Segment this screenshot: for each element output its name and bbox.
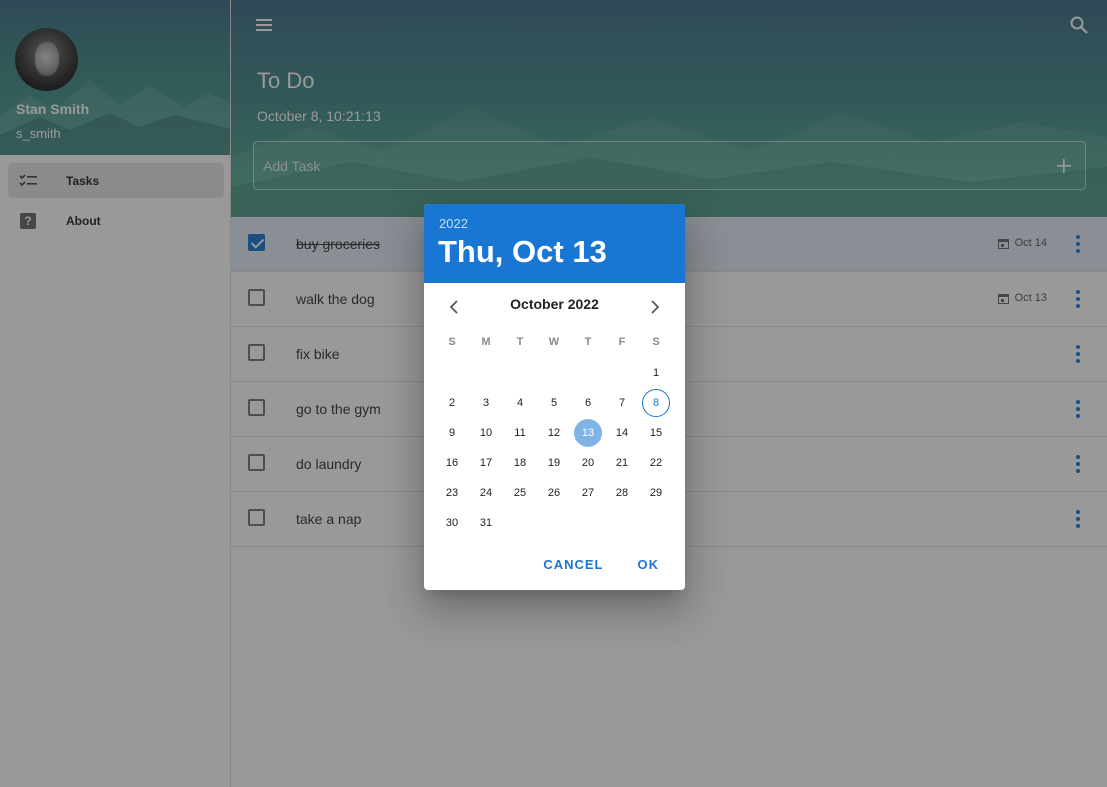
calendar-day[interactable]: 16 [435, 448, 469, 478]
calendar-day[interactable]: 1 [639, 358, 673, 388]
calendar-day[interactable]: 7 [605, 388, 639, 418]
calendar-blank [571, 358, 605, 388]
calendar-day[interactable]: 2 [435, 388, 469, 418]
calendar-day[interactable]: 19 [537, 448, 571, 478]
calendar-day[interactable]: 18 [503, 448, 537, 478]
chevron-right-icon[interactable] [637, 295, 673, 319]
calendar-day[interactable]: 31 [469, 508, 503, 538]
calendar-day[interactable]: 10 [469, 418, 503, 448]
dialog-actions: CANCEL OK [535, 553, 667, 576]
calendar-day[interactable]: 11 [503, 418, 537, 448]
calendar-day[interactable]: 22 [639, 448, 673, 478]
weekday-label: S [652, 336, 660, 348]
calendar-day[interactable]: 12 [537, 418, 571, 448]
date-picker-dialog: 2022 Thu, Oct 13 October 2022 S M T W T … [424, 204, 685, 590]
calendar-day[interactable]: 23 [435, 478, 469, 508]
calendar-day[interactable]: 29 [639, 478, 673, 508]
weekday-label: F [618, 336, 626, 348]
calendar-day[interactable]: 20 [571, 448, 605, 478]
calendar-day[interactable]: 27 [571, 478, 605, 508]
weekday-label: S [448, 336, 456, 348]
calendar-blank [435, 358, 469, 388]
calendar-day[interactable]: 9 [435, 418, 469, 448]
month-navigation: October 2022 [424, 283, 685, 327]
calendar-blank [537, 358, 571, 388]
calendar-day[interactable]: 5 [537, 388, 571, 418]
calendar-blank [503, 358, 537, 388]
ok-button[interactable]: OK [630, 553, 668, 576]
calendar-day[interactable]: 17 [469, 448, 503, 478]
calendar-days-grid: 1 2 3 4 5 6 7 8 9 10 11 12 13 14 15 16 17 18 19 20 21 22 23 24 2… [435, 358, 673, 538]
calendar-day-today[interactable]: 8 [639, 388, 673, 418]
calendar-day[interactable]: 24 [469, 478, 503, 508]
cancel-button[interactable]: CANCEL [535, 553, 611, 576]
calendar-blank [605, 358, 639, 388]
calendar-day[interactable]: 3 [469, 388, 503, 418]
picker-year[interactable]: 2022 [439, 216, 468, 231]
calendar-day[interactable]: 4 [503, 388, 537, 418]
weekday-header: S M T W T F S [435, 336, 673, 348]
calendar-day[interactable]: 6 [571, 388, 605, 418]
calendar-day[interactable]: 21 [605, 448, 639, 478]
weekday-label: W [548, 336, 560, 348]
calendar-day[interactable]: 30 [435, 508, 469, 538]
picker-selected-date: Thu, Oct 13 [438, 234, 607, 269]
weekday-label: T [516, 336, 524, 348]
weekday-label: T [584, 336, 592, 348]
calendar-day[interactable]: 26 [537, 478, 571, 508]
date-picker-header: 2022 Thu, Oct 13 [424, 204, 685, 283]
weekday-label: M [481, 336, 491, 348]
calendar-day[interactable]: 25 [503, 478, 537, 508]
calendar-day[interactable]: 14 [605, 418, 639, 448]
calendar-blank [469, 358, 503, 388]
calendar-day[interactable]: 15 [639, 418, 673, 448]
calendar-day[interactable]: 28 [605, 478, 639, 508]
calendar-day-selected[interactable]: 13 [571, 418, 605, 448]
